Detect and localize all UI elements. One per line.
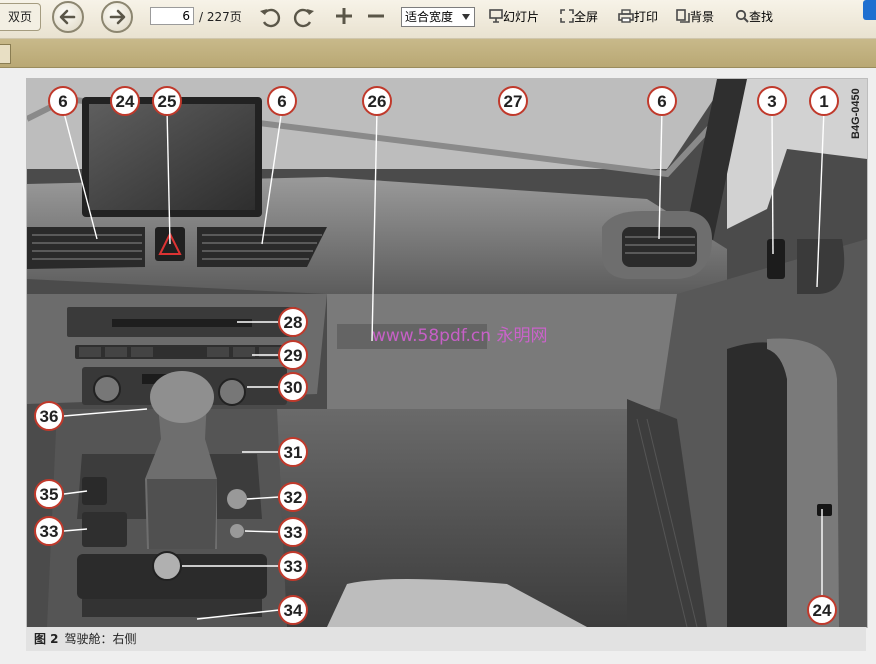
svg-text:36: 36 <box>40 407 59 426</box>
zoom-select[interactable]: 适合宽度 <box>401 7 475 27</box>
print-label: 打印 <box>634 10 659 24</box>
caption-number: 图 2 <box>34 632 59 646</box>
callout-26: 26 <box>362 86 392 116</box>
callout-24b: 24 <box>807 595 837 625</box>
page-number-input[interactable]: 6 <box>150 7 194 25</box>
print-button[interactable]: 打印 <box>618 8 658 25</box>
background-button[interactable]: 背景 <box>676 8 714 25</box>
svg-text:28: 28 <box>284 313 303 332</box>
callout-34: 34 <box>278 595 308 625</box>
svg-text:24: 24 <box>116 92 135 111</box>
svg-text:27: 27 <box>504 92 523 111</box>
svg-text:6: 6 <box>277 92 286 111</box>
callout-6c: 6 <box>647 86 677 116</box>
slideshow-button[interactable]: 幻灯片 <box>489 8 539 25</box>
svg-text:6: 6 <box>58 92 67 111</box>
callout-3: 3 <box>757 86 787 116</box>
find-button[interactable]: 查找 <box>735 8 773 25</box>
callout-6a: 6 <box>48 86 78 116</box>
svg-text:33: 33 <box>284 557 303 576</box>
callout-29: 29 <box>278 340 308 370</box>
arrow-left-icon <box>59 9 76 25</box>
double-page-button[interactable]: 双页 <box>0 3 41 31</box>
callout-33b: 33 <box>278 517 308 547</box>
slideshow-label: 幻灯片 <box>503 10 540 24</box>
callout-32: 32 <box>278 482 308 512</box>
svg-text:6: 6 <box>657 92 666 111</box>
figure-code: B4G-0450 <box>850 88 862 139</box>
forward-button[interactable] <box>101 1 133 33</box>
background-icon <box>676 9 690 23</box>
svg-text:33: 33 <box>40 522 59 541</box>
viewer-toolbar: 双页 6 / 227页 适合宽度 幻灯片 全屏 打印 背景 查找 <box>0 0 876 39</box>
svg-text:3: 3 <box>767 92 776 111</box>
svg-text:33: 33 <box>284 523 303 542</box>
svg-text:26: 26 <box>368 92 387 111</box>
callout-33a: 33 <box>34 516 64 546</box>
callout-27: 27 <box>498 86 528 116</box>
secondary-bar <box>0 39 876 68</box>
callout-31: 31 <box>278 437 308 467</box>
callout-6b: 6 <box>267 86 297 116</box>
callout-33c: 33 <box>278 551 308 581</box>
callout-28: 28 <box>278 307 308 337</box>
callout-24: 24 <box>110 86 140 116</box>
dashboard-image: B4G-0450 www.58pdf.cn 永明网 6 24 25 6 26 2… <box>27 79 867 627</box>
search-icon <box>735 9 749 23</box>
callout-36: 36 <box>34 401 64 431</box>
svg-text:25: 25 <box>158 92 177 111</box>
slideshow-icon <box>489 9 503 23</box>
find-label: 查找 <box>749 10 774 24</box>
page-total-label: / 227页 <box>199 10 242 24</box>
fullscreen-button[interactable]: 全屏 <box>560 8 598 25</box>
back-button[interactable] <box>52 1 84 33</box>
figure-caption: 图 2 驾驶舱：右侧 <box>26 627 866 651</box>
rotate-left-icon[interactable] <box>258 5 282 29</box>
zoom-in-icon[interactable] <box>334 6 354 26</box>
callout-25: 25 <box>152 86 182 116</box>
watermark-text: www.58pdf.cn 永明网 <box>372 326 547 346</box>
svg-text:30: 30 <box>284 378 303 397</box>
caption-text: 驾驶舱：右侧 <box>64 632 137 646</box>
printer-icon <box>618 9 634 23</box>
side-panel-tab[interactable] <box>863 0 876 20</box>
chevron-down-icon <box>462 14 470 20</box>
svg-text:35: 35 <box>40 485 59 504</box>
callout-35: 35 <box>34 479 64 509</box>
svg-text:1: 1 <box>819 92 828 111</box>
callout-1: 1 <box>809 86 839 116</box>
svg-text:34: 34 <box>284 601 303 620</box>
svg-text:31: 31 <box>284 443 303 462</box>
callout-30: 30 <box>278 372 308 402</box>
svg-text:32: 32 <box>284 488 303 507</box>
sidebar-toggle[interactable] <box>0 44 11 64</box>
svg-text:29: 29 <box>284 346 303 365</box>
fullscreen-label: 全屏 <box>574 10 599 24</box>
cockpit-illustration: B4G-0450 www.58pdf.cn 永明网 6 24 25 6 26 2… <box>26 78 868 628</box>
rotate-right-icon[interactable] <box>292 5 316 29</box>
zoom-select-value: 适合宽度 <box>405 10 454 24</box>
zoom-out-icon[interactable] <box>366 6 386 26</box>
arrow-right-icon <box>109 9 126 25</box>
fullscreen-icon <box>560 9 574 23</box>
background-label: 背景 <box>690 10 715 24</box>
svg-text:24: 24 <box>813 601 832 620</box>
